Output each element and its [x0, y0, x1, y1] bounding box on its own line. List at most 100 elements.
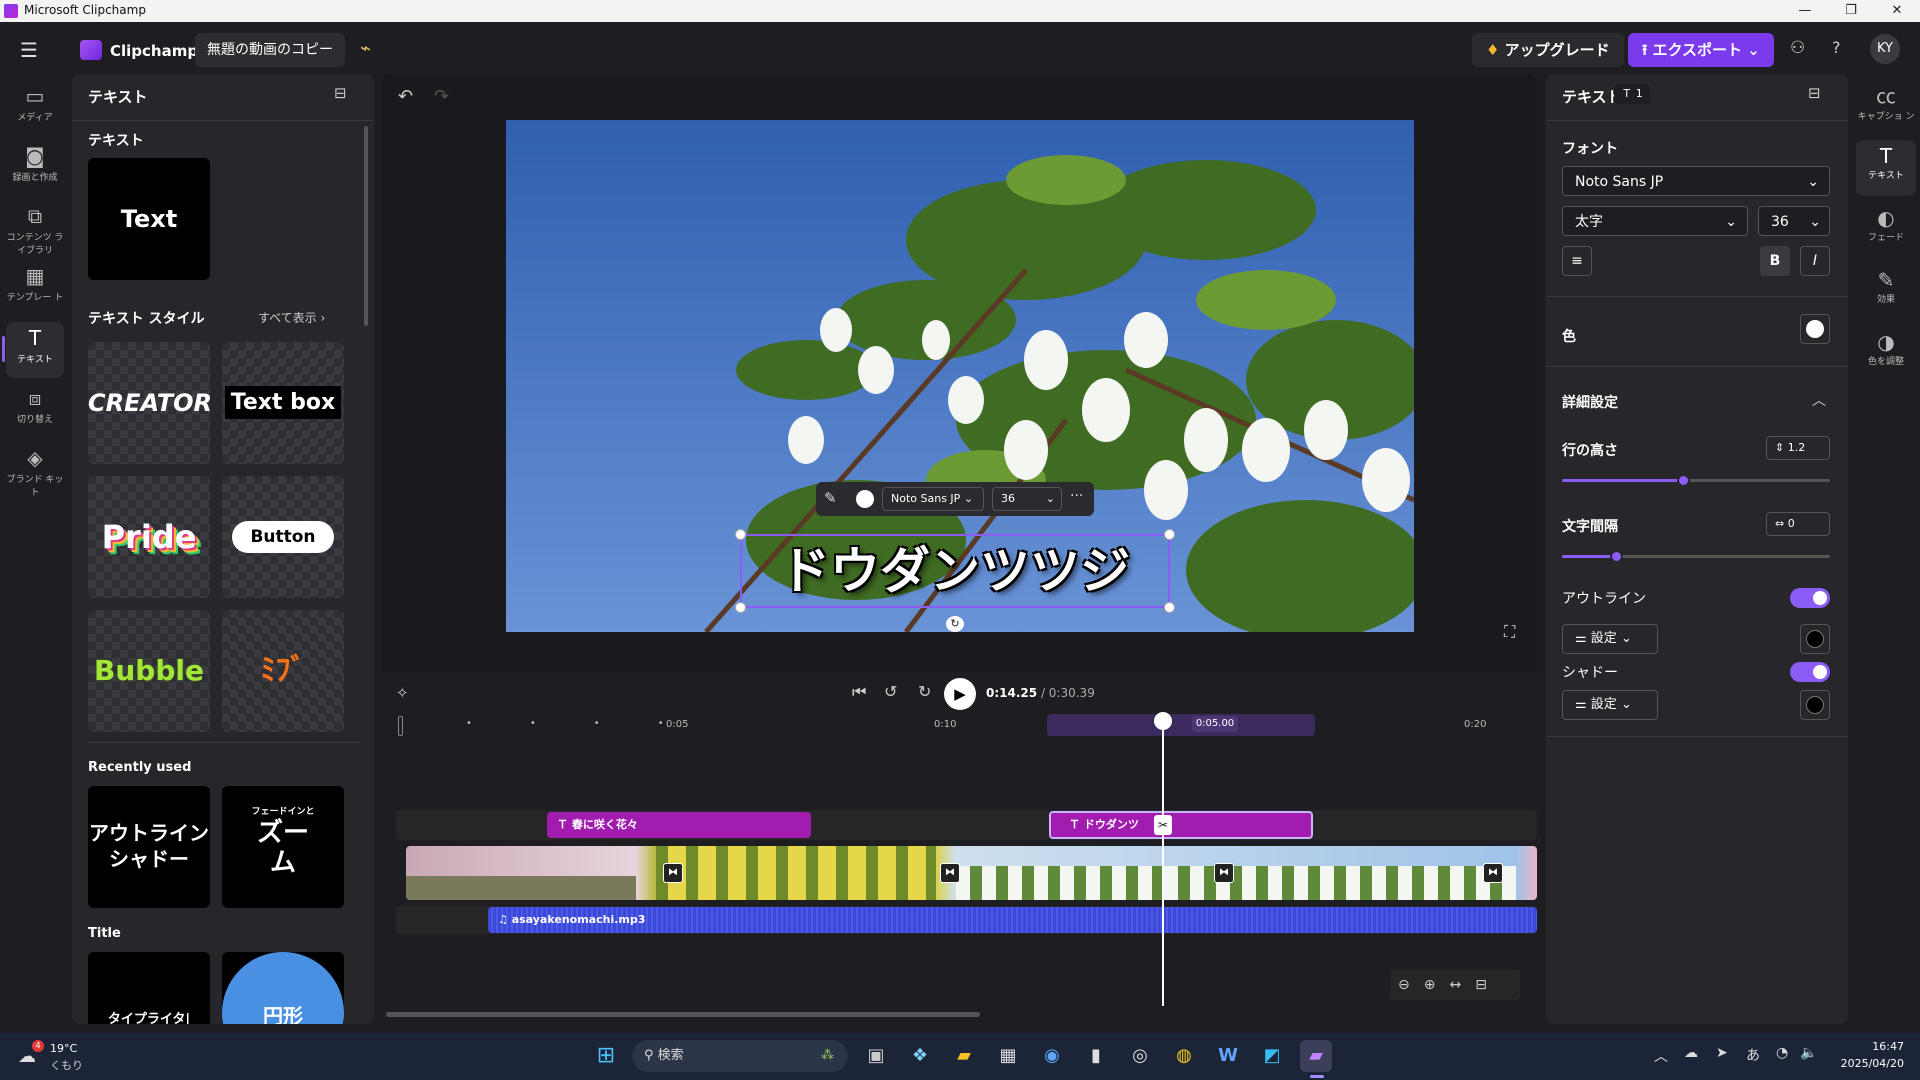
- playhead-handle[interactable]: [1154, 712, 1172, 730]
- windows-start-icon[interactable]: ⊞: [590, 1040, 622, 1072]
- clock-time[interactable]: 16:47: [1848, 1040, 1904, 1053]
- style-tile-bubble[interactable]: Bubble: [88, 610, 210, 732]
- avatar[interactable]: KY: [1870, 34, 1900, 64]
- line-height-slider[interactable]: [1562, 474, 1830, 487]
- line-height-input[interactable]: ⇕ 1.2: [1766, 436, 1830, 460]
- style-tile-creator[interactable]: CREATOR: [88, 342, 210, 464]
- rail-item-content-library[interactable]: ⧉ コンテンツ ライブラリ: [6, 200, 64, 256]
- text-clip-1[interactable]: Ｔ 春に咲く花々: [547, 812, 811, 838]
- fullscreen-icon[interactable]: ⛶: [1504, 622, 1515, 642]
- timeline-start-marker[interactable]: [398, 716, 403, 736]
- photos-icon[interactable]: ◩: [1256, 1040, 1288, 1072]
- color-picker[interactable]: [1800, 314, 1830, 344]
- task-view-icon[interactable]: ▣: [860, 1040, 892, 1072]
- rail-item-templates[interactable]: ▦ テンプレー ト: [6, 260, 64, 316]
- font-family-select[interactable]: Noto Sans JP ⌄: [1562, 166, 1830, 196]
- edit-pencil-icon[interactable]: ✎: [824, 489, 837, 507]
- chrome-icon[interactable]: ◍: [1168, 1040, 1200, 1072]
- file-explorer-icon[interactable]: ▰: [948, 1040, 980, 1072]
- audio-clip[interactable]: ♫ asayakenomachi.mp3: [488, 907, 1537, 933]
- text-color-swatch[interactable]: [856, 490, 874, 508]
- slider-knob[interactable]: [1609, 550, 1623, 563]
- rotate-handle-icon[interactable]: ↻: [946, 616, 964, 632]
- show-all-link[interactable]: すべて表示 ›: [258, 309, 325, 326]
- resize-handle-tl[interactable]: [735, 529, 746, 540]
- timeline-layout-icon[interactable]: ⊟: [1475, 977, 1501, 993]
- shadow-settings-button[interactable]: ⚌ 設定 ⌄: [1562, 690, 1658, 720]
- show-hidden-icons-icon[interactable]: ︿: [1654, 1046, 1668, 1066]
- dell-icon[interactable]: ◎: [1124, 1040, 1156, 1072]
- close-window-button[interactable]: ✕: [1874, 0, 1920, 22]
- toolbar-size-select[interactable]: 36 ⌄: [992, 487, 1062, 511]
- ime-indicator[interactable]: あ: [1746, 1045, 1760, 1065]
- resize-handle-tr[interactable]: [1164, 529, 1175, 540]
- horizontal-scrollbar[interactable]: [386, 1012, 980, 1017]
- letter-spacing-input[interactable]: ⇔ 0: [1766, 512, 1830, 536]
- transition-icon[interactable]: ⧓: [663, 863, 683, 883]
- playhead-line[interactable]: [1162, 716, 1164, 1006]
- rail-item-transitions[interactable]: ⧈ 切り替え: [6, 382, 64, 438]
- wifi-icon[interactable]: ◔: [1776, 1045, 1788, 1061]
- minimize-button[interactable]: —: [1782, 0, 1828, 22]
- play-button[interactable]: ▶: [944, 678, 976, 710]
- resize-handle-bl[interactable]: [735, 602, 746, 613]
- title-tile-typewriter[interactable]: タイプライタ|: [88, 952, 210, 1024]
- rail-item-effects[interactable]: ✎ 効果: [1856, 264, 1916, 320]
- forward-5-icon[interactable]: ↻: [918, 682, 931, 701]
- style-tile-retro[interactable]: ﾐﾌﾞ: [222, 610, 344, 732]
- transition-icon[interactable]: ⧓: [1214, 863, 1234, 883]
- rail-item-color-adjust[interactable]: ◑ 色を調整: [1856, 326, 1916, 382]
- transition-icon[interactable]: ⧓: [940, 863, 960, 883]
- rail-item-captions[interactable]: ㏄キャプショ ン: [1856, 76, 1916, 132]
- rail-item-text[interactable]: T テキスト: [1856, 140, 1916, 196]
- scissors-split-icon[interactable]: ✂: [1154, 815, 1172, 835]
- rail-item-fade[interactable]: ◐ フェード: [1856, 202, 1916, 258]
- fit-to-width-icon[interactable]: ↔: [1449, 977, 1475, 993]
- overlay-text[interactable]: ドウダンツツジ: [740, 534, 1170, 608]
- font-weight-select[interactable]: 太字 ⌄: [1562, 206, 1748, 236]
- zoom-out-icon[interactable]: ⊖: [1398, 977, 1424, 993]
- rail-item-text[interactable]: T テキスト: [2, 322, 64, 378]
- clipchamp-taskbar-icon[interactable]: ▰: [1300, 1040, 1332, 1072]
- title-tile-circle[interactable]: 円形: [222, 952, 344, 1024]
- scrollbar[interactable]: [364, 126, 368, 326]
- italic-button[interactable]: I: [1800, 246, 1830, 276]
- store-icon[interactable]: ▦: [992, 1040, 1024, 1072]
- help-icon[interactable]: ?: [1832, 38, 1841, 57]
- weather-desc[interactable]: くもり: [50, 1057, 83, 1073]
- outline-color-picker[interactable]: [1800, 624, 1830, 654]
- outline-settings-button[interactable]: ⚌ 設定 ⌄: [1562, 624, 1658, 654]
- video-preview[interactable]: ✎ Noto Sans JP ⌄ 36 ⌄ ··· ドウダンツツジ ↻: [506, 120, 1414, 632]
- bold-button[interactable]: B: [1760, 246, 1790, 276]
- project-name-field[interactable]: 無題の動画のコピー: [195, 33, 345, 67]
- font-size-select[interactable]: 36 ⌄: [1758, 206, 1830, 236]
- collapse-panel-icon[interactable]: ⊟: [334, 84, 347, 102]
- style-tile-button[interactable]: Button: [222, 476, 344, 598]
- rail-item-brand-kit[interactable]: ◈ ブランド キット: [6, 442, 64, 498]
- undo-icon[interactable]: ↶: [398, 86, 413, 107]
- style-tile-pride[interactable]: Pride: [88, 476, 210, 598]
- shadow-color-picker[interactable]: [1800, 690, 1830, 720]
- resize-handle-br[interactable]: [1164, 602, 1175, 613]
- text-clip-2-selected[interactable]: Ｔ ドウダンツ: [1049, 811, 1313, 839]
- align-text-icon[interactable]: ≡: [1562, 246, 1592, 276]
- onedrive-icon[interactable]: ☁: [1684, 1045, 1698, 1061]
- recent-tile-fade-zoom[interactable]: フェードインと ズーム: [222, 786, 344, 908]
- upgrade-button[interactable]: ♦ アップグレード: [1472, 33, 1624, 67]
- style-tile-textbox[interactable]: Text box: [222, 342, 344, 464]
- collapse-panel-icon[interactable]: ⊟: [1808, 84, 1821, 102]
- location-icon[interactable]: ➤: [1716, 1045, 1728, 1061]
- letter-spacing-slider[interactable]: [1562, 550, 1830, 563]
- slider-knob[interactable]: [1676, 474, 1690, 487]
- edge-icon[interactable]: ◉: [1036, 1040, 1068, 1072]
- redo-icon[interactable]: ↷: [434, 86, 449, 107]
- chevron-up-icon[interactable]: ︿: [1812, 390, 1826, 410]
- outline-toggle[interactable]: [1790, 588, 1830, 608]
- rewind-5-icon[interactable]: ↺: [884, 682, 897, 701]
- audio-meter-icon[interactable]: ▮: [1080, 1040, 1112, 1072]
- more-options-icon[interactable]: ···: [1070, 488, 1083, 504]
- toolbar-font-select[interactable]: Noto Sans JP ⌄: [882, 487, 984, 511]
- maximize-button[interactable]: ❐: [1828, 0, 1874, 22]
- word-icon[interactable]: W: [1212, 1040, 1244, 1072]
- plain-text-tile[interactable]: Text: [88, 158, 210, 280]
